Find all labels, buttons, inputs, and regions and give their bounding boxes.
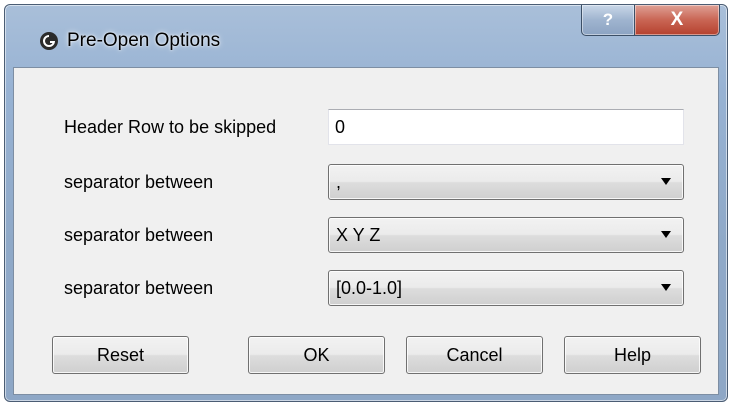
separator-select-3-value: [0.0-1.0] bbox=[336, 278, 403, 298]
header-rows-label: Header Row to be skipped bbox=[64, 117, 277, 137]
title-bar[interactable]: Pre-Open Options ? X bbox=[5, 5, 727, 75]
cancel-button[interactable]: Cancel bbox=[406, 336, 543, 374]
separator-label-1: separator between bbox=[64, 172, 214, 192]
ok-button[interactable]: OK bbox=[248, 336, 385, 374]
separator-select-2-value: X Y Z bbox=[336, 225, 381, 245]
separator-select-3[interactable]: [0.0-1.0] bbox=[328, 270, 684, 306]
reset-button[interactable]: Reset bbox=[52, 336, 189, 374]
dialog-body: Header Row to be skipped separator betwe… bbox=[13, 67, 719, 395]
chevron-down-icon bbox=[661, 284, 671, 291]
app-logo-icon bbox=[39, 31, 59, 51]
close-button[interactable]: X bbox=[634, 5, 720, 36]
chevron-down-icon bbox=[661, 178, 671, 185]
separator-select-1-value: , bbox=[336, 172, 342, 192]
window-title: Pre-Open Options bbox=[67, 30, 221, 51]
separator-label-2: separator between bbox=[64, 225, 214, 245]
question-mark-icon: ? bbox=[602, 10, 614, 29]
separator-select-2[interactable]: X Y Z bbox=[328, 217, 684, 253]
context-help-button[interactable]: ? bbox=[581, 5, 635, 36]
dialog-window: Pre-Open Options ? X Header Row to be sk… bbox=[4, 4, 728, 402]
close-icon: X bbox=[670, 9, 684, 30]
separator-select-1[interactable]: , bbox=[328, 164, 684, 200]
help-button[interactable]: Help bbox=[564, 336, 701, 374]
chevron-down-icon bbox=[661, 231, 671, 238]
header-rows-input[interactable] bbox=[328, 109, 684, 145]
separator-label-3: separator between bbox=[64, 278, 214, 298]
